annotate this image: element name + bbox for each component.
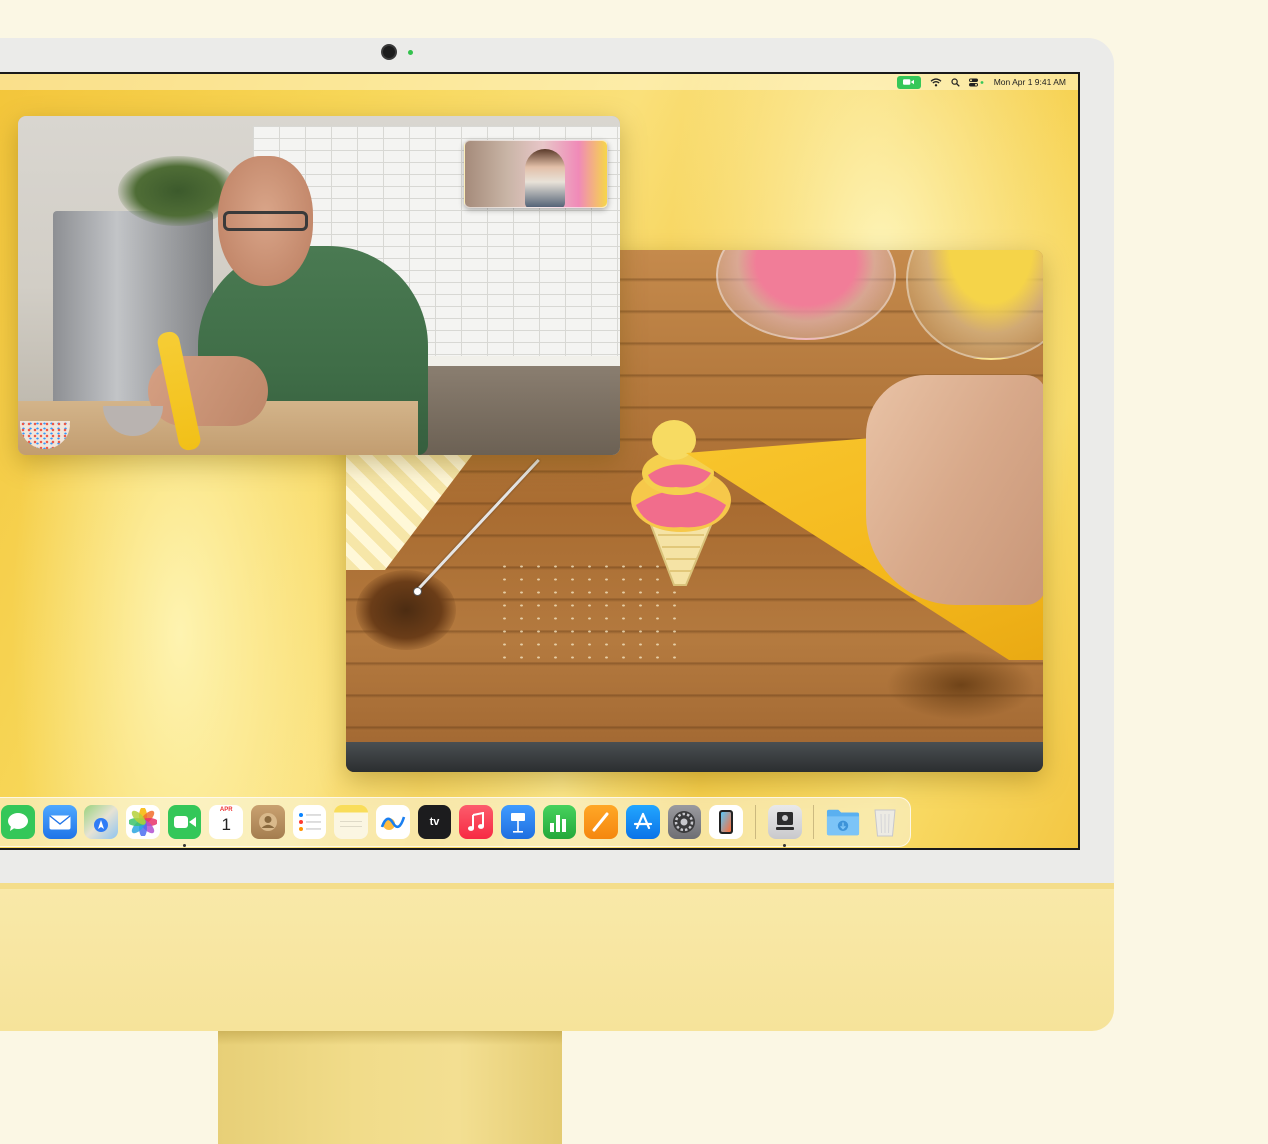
chin-edge bbox=[0, 883, 1114, 889]
running-indicator bbox=[783, 844, 787, 847]
trash-icon[interactable] bbox=[868, 805, 902, 839]
downloads-folder-icon[interactable] bbox=[826, 805, 860, 839]
mail-icon[interactable] bbox=[42, 805, 77, 839]
contacts-icon[interactable] bbox=[250, 805, 285, 839]
music-icon[interactable] bbox=[459, 805, 494, 839]
messages-icon[interactable] bbox=[1, 805, 35, 839]
glasses bbox=[223, 211, 308, 231]
self-view-video[interactable] bbox=[464, 140, 608, 208]
camera-led-indicator bbox=[408, 50, 413, 55]
calendar-icon[interactable]: APR 1 bbox=[209, 805, 244, 839]
self-view-person bbox=[525, 149, 565, 207]
iphone-mirroring-icon[interactable] bbox=[709, 805, 744, 839]
wood-knot bbox=[356, 570, 456, 650]
wood-knot bbox=[886, 650, 1036, 720]
wifi-icon[interactable] bbox=[930, 77, 942, 87]
running-indicator bbox=[183, 844, 187, 847]
facetime-icon[interactable] bbox=[167, 805, 202, 847]
imac-stand bbox=[218, 1031, 562, 1144]
maps-icon[interactable] bbox=[84, 805, 119, 839]
tv-icon[interactable]: tv bbox=[417, 805, 452, 839]
dock-separator bbox=[754, 805, 756, 839]
keynote-icon[interactable] bbox=[500, 805, 535, 839]
pages-icon[interactable] bbox=[584, 805, 619, 839]
camera-icon bbox=[381, 44, 397, 60]
hand bbox=[866, 375, 1043, 605]
app-store-icon[interactable] bbox=[625, 805, 660, 839]
menu-bar: Mon Apr 1 9:41 AM bbox=[0, 74, 1078, 90]
desktop-screen: Mon Apr 1 9:41 AM APR 1 tv bbox=[0, 72, 1080, 850]
reminders-icon[interactable] bbox=[292, 805, 327, 839]
search-icon[interactable] bbox=[951, 77, 960, 87]
photos-icon[interactable] bbox=[125, 805, 160, 839]
pointer-tip bbox=[413, 587, 422, 596]
menu-bar-clock[interactable]: Mon Apr 1 9:41 AM bbox=[994, 77, 1066, 87]
board-bottom-edge bbox=[346, 742, 1043, 772]
numbers-icon[interactable] bbox=[542, 805, 577, 839]
calendar-month: APR bbox=[219, 807, 233, 813]
imac-chin bbox=[0, 883, 1114, 1031]
facetime-video-icon[interactable] bbox=[896, 75, 921, 89]
control-center-icon[interactable] bbox=[968, 78, 985, 87]
stand-shadow bbox=[218, 1031, 562, 1045]
notes-icon[interactable] bbox=[334, 805, 369, 839]
freeform-icon[interactable] bbox=[375, 805, 410, 839]
dock: APR 1 tv bbox=[0, 797, 911, 847]
ice-cream-cookie bbox=[631, 420, 731, 586]
calendar-day: 1 bbox=[221, 815, 231, 834]
screen-sharing-icon[interactable] bbox=[767, 805, 802, 847]
system-settings-icon[interactable] bbox=[667, 805, 702, 839]
tv-label: tv bbox=[429, 816, 440, 828]
facetime-call-window[interactable] bbox=[18, 116, 620, 455]
dock-separator bbox=[813, 805, 815, 839]
